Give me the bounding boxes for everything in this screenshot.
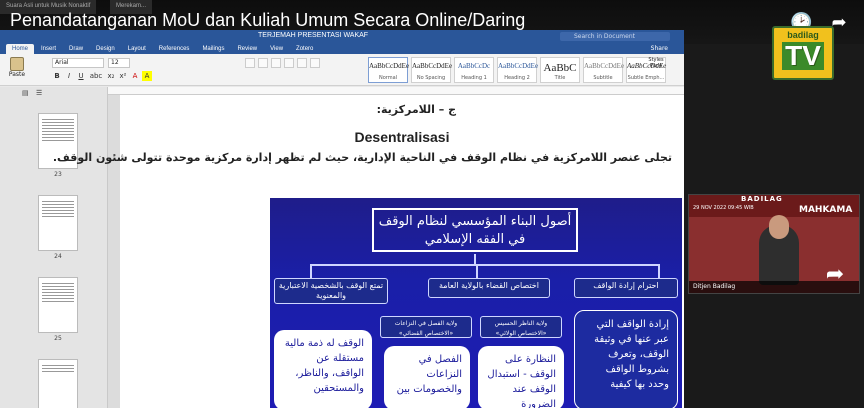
speaker-head [769,215,789,239]
slide-card: إرادة الواقف التي عبر عنها في وثيقة الوق… [574,310,678,408]
clipboard-icon [10,57,24,71]
webcam-banner-main: MAHKAMA [799,205,853,215]
style-heading-1[interactable]: AaBbCcDc Heading 1 [454,57,494,83]
style-subtitle[interactable]: AaBbCcDdEe Subtitle [583,57,624,83]
document-canvas: ج – اللامركزية: Desentralisasi تجلى عنصر… [53,95,684,408]
document-title: TERJEMAH PRESENTASI WAKAF [258,32,369,39]
font-size-select[interactable]: 12 [108,58,130,68]
word-titlebar: TERJEMAH PRESENTASI WAKAF Search in Docu… [0,30,684,42]
style-normal[interactable]: AaBbCcDdEe Normal [368,57,409,83]
slide-card: الفصل في النزاعات والخصومات بين [384,346,470,408]
tab-design[interactable]: Design [90,44,121,54]
page-thumbnail[interactable] [38,195,78,251]
paragraph-buttons [245,58,320,68]
search-document-input[interactable]: Search in Document [560,32,670,41]
paste-button[interactable]: Paste [8,57,26,81]
tab-draw[interactable]: Draw [63,44,89,54]
connector-line [310,264,312,278]
ribbon: Paste Arial 12 B I U abc x₂ x² A A AaBbC… [0,54,684,86]
page-number: 23 [54,171,62,178]
forward-arrow-icon[interactable]: ➦ [822,262,848,288]
indent-icon[interactable] [284,58,294,68]
bold-button[interactable]: B [52,71,62,81]
highlight-button[interactable]: A [142,71,152,81]
nav-pane-tabs: ▤ ☰ [0,87,107,99]
branch-box: اختصاص القضاء بالولاية العامة [428,278,550,298]
ribbon-tabs: Home Insert Draw Design Layout Reference… [0,42,684,54]
superscript-button[interactable]: x² [118,71,128,81]
styles-pane-button[interactable]: Styles Pane [646,57,666,83]
slide-card: النظارة على الوقف - استبدال الوقف عند ال… [478,346,564,408]
slide-heading: أصول البناء المؤسسي لنظام الوقف في الفقه… [372,208,578,252]
italic-button[interactable]: I [64,71,74,81]
latin-heading: Desentralisasi [354,129,450,145]
thumbnails-icon[interactable]: ▤ [22,89,30,97]
tab-insert[interactable]: Insert [35,44,62,54]
tab-review[interactable]: Review [231,44,263,54]
webcam-banner-top: BADILAG [741,195,783,203]
paste-label: Paste [8,71,26,78]
page-thumbnail[interactable] [38,277,78,333]
tab-mailings[interactable]: Mailings [196,44,230,54]
sort-icon[interactable] [297,58,307,68]
multilevel-icon[interactable] [271,58,281,68]
badilag-tv-logo: badilag TV [772,26,834,80]
video-title[interactable]: Penandatanganan MoU dan Kuliah Umum Seca… [10,10,525,31]
tab-layout[interactable]: Layout [122,44,152,54]
connector-line [476,264,478,278]
strikethrough-button[interactable]: abc [88,71,104,81]
style-heading-2[interactable]: AaBbCcDdEe Heading 2 [497,57,538,83]
subscript-button[interactable]: x₂ [106,71,116,81]
page-number: 25 [54,335,62,342]
tab-references[interactable]: References [153,44,196,54]
paragraph-mark-icon[interactable] [310,58,320,68]
horizontal-ruler[interactable] [108,87,684,95]
embedded-slide-image: أصول البناء المؤسسي لنظام الوقف في الفقه… [270,198,682,408]
document-page[interactable]: ج – اللامركزية: Desentralisasi تجلى عنصر… [53,95,684,408]
connector-line [474,254,476,264]
arabic-heading: ج – اللامركزية: [376,103,456,116]
numbering-icon[interactable] [258,58,268,68]
style-no-spacing[interactable]: AaBbCcDdEe No Spacing [411,57,452,83]
sub-branch-box: ولاية الفصل في النزاعات «الاختصاص القضائ… [380,316,472,338]
connector-line [310,264,660,266]
connector-line [658,264,660,278]
font-color-button[interactable]: A [130,71,140,81]
outline-icon[interactable]: ☰ [36,89,44,97]
slide-card: الوقف له ذمة مالية مستقلة عن الواقف، وال… [274,330,372,408]
style-title[interactable]: AaBbC Title [540,57,580,83]
sub-branch-box: ولاية الناظر الحسيس «الاختصاص الولائي» [480,316,562,338]
tab-zotero[interactable]: Zotero [290,44,319,54]
styles-gallery: AaBbCcDdEe Normal AaBbCcDdEe No Spacing Aa… [368,57,666,83]
font-name-select[interactable]: Arial [52,58,104,68]
share-button[interactable]: Share [649,43,670,54]
branch-box: احترام إرادة الواقف [574,278,678,298]
webcam-date: 29 NOV 2022 09:45 WIB [693,205,754,211]
branch-box: تمتع الوقف بالشخصية الاعتبارية والمعنوية [274,278,388,304]
navigation-pane: ▤ ☰ 23 24 25 [0,87,108,408]
page-number: 24 [54,253,62,260]
tab-home[interactable]: Home [6,44,35,54]
word-window: TERJEMAH PRESENTASI WAKAF Search in Docu… [0,30,684,408]
tab-view[interactable]: View [264,44,289,54]
bullets-icon[interactable] [245,58,255,68]
arabic-paragraph: تجلى عنصر اللامركزية في نظام الوقف في ال… [52,151,672,164]
format-buttons: B I U abc x₂ x² A A [52,71,152,81]
page-thumbnail[interactable] [38,359,78,408]
underline-button[interactable]: U [76,71,86,81]
